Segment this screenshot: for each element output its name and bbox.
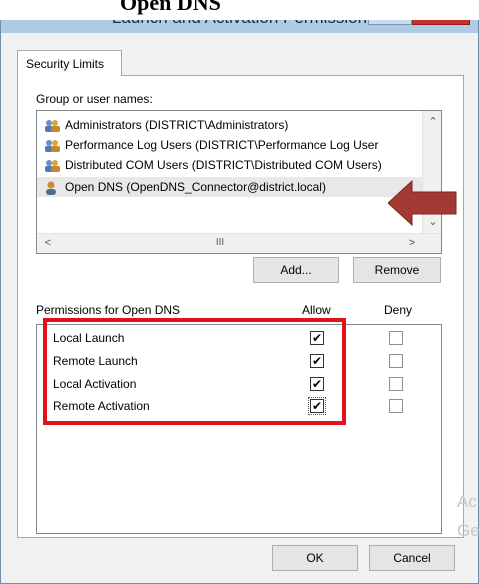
page-heading-text: Open DNS (120, 0, 221, 15)
group-icon (43, 159, 61, 173)
group-user-list[interactable]: Administrators (DISTRICT\Administrators)… (36, 110, 442, 254)
page-heading-fragment: Open DNS (0, 0, 479, 20)
watermark-line-2: Ge (457, 521, 479, 540)
annotation-arrow-icon (388, 179, 457, 227)
list-item[interactable]: Distributed COM Users (DISTRICT\Distribu… (43, 155, 382, 175)
cancel-button[interactable]: Cancel (369, 545, 455, 571)
permissions-heading: Permissions for Open DNS (36, 303, 181, 317)
group-icon (43, 139, 61, 153)
add-button[interactable]: Add... (253, 257, 339, 283)
list-item[interactable]: Administrators (DISTRICT\Administrators) (43, 115, 288, 135)
watermark-line-1: Ac (457, 492, 477, 511)
deny-remote-activation-checkbox[interactable] (389, 399, 403, 413)
remove-button[interactable]: Remove (353, 257, 441, 283)
scroll-right-icon[interactable]: > (403, 234, 421, 252)
scroll-grip-icon[interactable]: III (205, 234, 235, 252)
list-item-label: Administrators (DISTRICT\Administrators) (65, 118, 289, 132)
deny-remote-launch-checkbox[interactable] (389, 354, 403, 368)
deny-local-launch-checkbox[interactable] (389, 331, 403, 345)
deny-column-header: Deny (384, 303, 413, 317)
group-list-heading: Group or user names: (36, 92, 153, 106)
deny-local-activation-checkbox[interactable] (389, 377, 403, 391)
list-item-label: Performance Log Users (DISTRICT\Performa… (65, 138, 379, 152)
annotation-highlight-box (43, 318, 346, 425)
allow-column-header: Allow (302, 303, 331, 317)
list-item[interactable]: Performance Log Users (DISTRICT\Performa… (43, 135, 378, 155)
list-item-label: Distributed COM Users (DISTRICT\Distribu… (65, 158, 382, 172)
list-item-selected[interactable]: Open DNS (OpenDNS_Connector@district.loc… (37, 177, 431, 197)
user-icon (43, 181, 61, 195)
horizontal-scrollbar[interactable]: < III > (37, 233, 441, 253)
tab-security-limits[interactable]: Security Limits (17, 50, 122, 76)
list-item-label: Open DNS (OpenDNS_Connector@district.loc… (65, 180, 326, 194)
ok-button[interactable]: OK (272, 545, 358, 571)
scroll-left-icon[interactable]: < (39, 234, 57, 252)
scroll-up-icon[interactable]: ⌃ (424, 113, 441, 131)
group-icon (43, 119, 61, 133)
